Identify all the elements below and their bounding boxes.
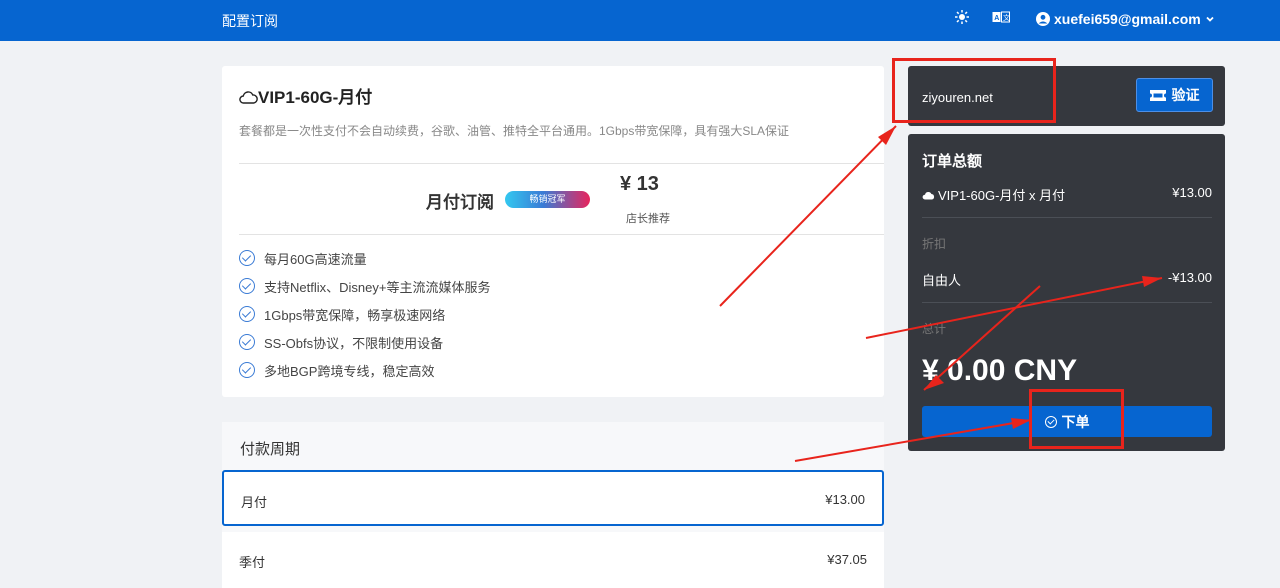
divider [239,163,884,164]
check-circle-icon [239,362,255,378]
plan-price: ¥ 13 [620,173,659,195]
divider [922,302,1212,303]
verify-coupon-button[interactable]: 验证 [1136,78,1213,112]
top-navbar: 配置订阅 A文 xuefei659@gmail.com [0,0,1280,41]
feature-item: 每月60G高速流量 [239,244,490,272]
subscription-label: 月付订阅 [426,193,494,212]
summary-item-price: ¥13.00 [1172,185,1212,200]
feature-list: 每月60G高速流量 支持Netflix、Disney+等主流流媒体服务 1Gbp… [239,244,490,384]
chevron-down-icon [1206,16,1214,22]
period-option-price: ¥37.05 [827,552,867,567]
period-option-monthly[interactable]: 月付 ¥13.00 [222,470,884,526]
user-email: xuefei659@gmail.com [1054,11,1201,27]
check-circle-icon [239,306,255,322]
translate-icon[interactable]: A文 [992,10,1010,27]
annotation-box-order [1029,389,1124,449]
check-circle-icon [239,334,255,350]
user-circle-icon [1036,12,1050,26]
feature-item: 支持Netflix、Disney+等主流流媒体服务 [239,272,490,300]
price-note: 店长推荐 [626,213,670,225]
summary-item-row: VIP1-60G-月付 x 月付 ¥13.00 [922,185,1212,204]
cloud-icon [922,192,935,200]
check-circle-icon [239,250,255,266]
discount-amount: -¥13.00 [1167,270,1212,285]
plan-title-text: VIP1-60G-月付 [258,88,373,107]
sun-icon[interactable] [955,10,969,27]
total-label: 总计 [922,322,947,336]
period-option-quarterly[interactable]: 季付 ¥37.05 [222,532,884,588]
page-title: 配置订阅 [222,13,278,29]
feature-item: SS-Obfs协议，不限制使用设备 [239,328,490,356]
plan-description: 套餐都是一次性支付不会自动续费，谷歌、油管、推特全平台通用。1Gbps带宽保障，… [239,124,790,138]
total-amount: ¥ 0.00 CNY [922,354,1078,387]
feature-item: 多地BGP跨境专线，稳定高效 [239,356,490,384]
divider [239,234,884,235]
svg-text:A: A [994,15,999,22]
discount-label: 折扣 [922,237,947,251]
divider [922,217,1212,218]
discount-row: 自由人 -¥13.00 [922,270,1212,289]
period-option-price: ¥13.00 [825,492,865,507]
svg-text:文: 文 [1003,13,1010,22]
check-circle-icon [239,278,255,294]
feature-item: 1Gbps带宽保障，畅享极速网络 [239,300,490,328]
payment-period-card: 付款周期 月付 ¥13.00 季付 ¥37.05 [222,422,884,588]
plan-title: VIP1-60G-月付 [239,83,372,108]
summary-item-name: VIP1-60G-月付 x 月付 [922,185,1065,204]
bestseller-badge: 畅销冠军 [505,191,590,208]
period-heading: 付款周期 [240,441,301,458]
plan-card: VIP1-60G-月付 套餐都是一次性支付不会自动续费，谷歌、油管、推特全平台通… [222,66,884,397]
cloud-icon [239,91,258,104]
annotation-box-coupon [892,58,1056,123]
discount-name: 自由人 [922,273,962,288]
ticket-icon [1149,89,1166,101]
period-option-name: 季付 [239,555,266,570]
period-option-name: 月付 [241,495,268,510]
verify-label: 验证 [1171,87,1200,103]
user-menu[interactable]: xuefei659@gmail.com [1036,11,1215,27]
summary-title: 订单总额 [922,153,983,170]
